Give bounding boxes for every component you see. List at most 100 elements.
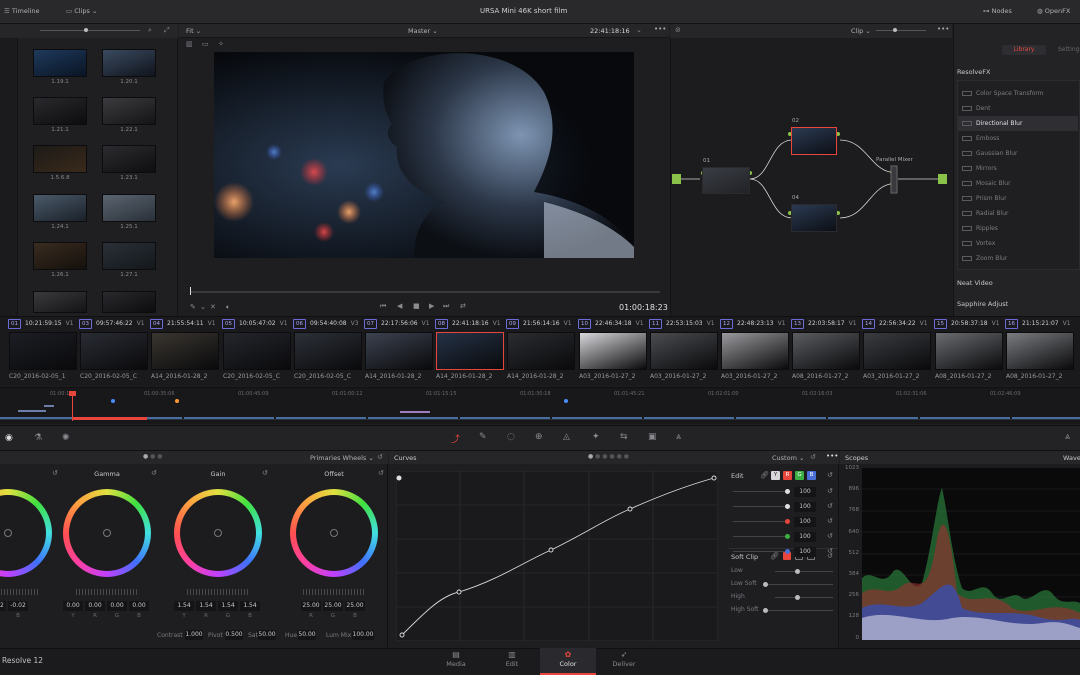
node-01[interactable] — [702, 167, 750, 194]
flag-marker-blue[interactable] — [111, 399, 115, 403]
link-icon[interactable]: 🔗︎ — [760, 471, 769, 479]
openfx-tab-settings[interactable]: Settings — [1058, 46, 1080, 53]
sizing-icon[interactable]: ⇆ — [620, 432, 628, 442]
curve-intensity-handle[interactable] — [785, 504, 790, 509]
wheel-value-field[interactable]: 25.00 — [323, 601, 343, 611]
wheel-value-field[interactable]: 0.00 — [63, 601, 83, 611]
image-wipe-icon[interactable]: ▥ — [186, 40, 193, 48]
soft-clip-handle[interactable] — [795, 595, 800, 600]
more-icon[interactable]: ••• — [654, 25, 666, 33]
page-tab-deliver[interactable]: ➶ Deliver — [596, 650, 652, 668]
camera-raw-icon[interactable]: ◉ — [5, 433, 13, 443]
soft-clip-slider[interactable] — [766, 610, 833, 611]
audio-icon[interactable]: 🔈︎ — [226, 303, 230, 312]
node-04[interactable] — [791, 204, 837, 232]
neat-video-section[interactable]: Neat Video — [957, 279, 993, 287]
adjust-value-field[interactable]: 0.500 — [225, 630, 243, 640]
reset-icon[interactable]: ↺ — [377, 453, 383, 461]
openfx-item[interactable]: Color Space Transform — [958, 86, 1078, 101]
media-thumbnail[interactable] — [102, 145, 156, 173]
master-wheel-slider[interactable] — [303, 589, 365, 595]
curve-channel-button[interactable]: Y — [771, 471, 780, 480]
adjust-value-field[interactable]: 50.00 — [258, 630, 276, 640]
wheel-value-field[interactable]: 1.54 — [240, 601, 260, 611]
qualifier-icon[interactable]: ✎ — [479, 432, 487, 442]
wheel-center-handle[interactable] — [4, 529, 12, 537]
wheel-value-field[interactable]: 1.54 — [174, 601, 194, 611]
openfx-item[interactable]: Dent — [958, 101, 1078, 116]
clip-thumbnail[interactable] — [9, 332, 77, 370]
clip-thumbnail[interactable] — [650, 332, 718, 370]
wheel-value-field[interactable]: 1.54 — [218, 601, 238, 611]
loop-icon[interactable]: ⇄ — [460, 302, 466, 310]
viewer-options-icon[interactable]: ⌄ — [636, 26, 642, 34]
clips-button[interactable]: ▭ Clips ⌄ — [66, 7, 97, 15]
master-wheel-slider[interactable] — [187, 589, 249, 595]
clip-dropdown[interactable]: Clip ⌄ — [851, 27, 871, 35]
clip-thumbnail[interactable] — [80, 332, 148, 370]
viewer-scrubber[interactable] — [190, 291, 660, 293]
bypass-icon[interactable]: ✕ — [210, 303, 216, 311]
media-thumbnail[interactable] — [102, 291, 156, 313]
skip-forward-icon[interactable]: ⏭︎ — [443, 302, 449, 311]
wheel-center-handle[interactable] — [103, 529, 111, 537]
reset-icon[interactable]: ↺ — [151, 469, 157, 477]
openfx-item[interactable]: Vortex — [958, 236, 1078, 251]
clip-thumbnail[interactable] — [721, 332, 789, 370]
timeline-button[interactable]: ☰ Timeline — [4, 7, 40, 15]
expand-icon[interactable]: ⤢ — [164, 26, 170, 35]
openfx-item[interactable]: Mirrors — [958, 161, 1078, 176]
clip-thumbnail[interactable] — [579, 332, 647, 370]
master-wheel-slider[interactable] — [76, 589, 138, 595]
reset-icon[interactable]: ↺ — [827, 471, 833, 479]
pen-tool-icon[interactable]: ✎ — [190, 303, 196, 311]
clip-thumbnail[interactable] — [863, 332, 931, 370]
highlight-icon[interactable]: ✧ — [218, 40, 224, 48]
soft-clip-slider[interactable] — [766, 584, 833, 585]
reset-icon[interactable]: ↺ — [827, 547, 833, 555]
curve-intensity-track[interactable] — [733, 551, 789, 552]
node-disable-icon[interactable]: ⊘ — [675, 26, 681, 34]
master-dropdown[interactable]: Master ⌄ — [408, 27, 438, 35]
curves-mode-dropdown[interactable]: Custom ⌄ — [772, 454, 804, 462]
soft-clip-handle[interactable] — [763, 582, 768, 587]
node-02[interactable] — [791, 127, 837, 155]
more-icon[interactable]: ••• — [826, 452, 838, 460]
adjust-value-field[interactable]: 50.00 — [298, 630, 316, 640]
skip-back-icon[interactable]: ⏮︎ — [380, 302, 386, 311]
reset-icon[interactable]: ↺ — [827, 502, 833, 510]
curve-channel-button[interactable]: R — [783, 471, 792, 480]
wheel-value-field[interactable]: 25.00 — [301, 601, 321, 611]
wheel-center-handle[interactable] — [330, 529, 338, 537]
soft-clip-slider[interactable] — [775, 597, 833, 598]
reset-icon[interactable]: ↺ — [827, 532, 833, 540]
page-tab-media[interactable]: ▤ Media — [428, 650, 484, 668]
curve-channel-button[interactable]: G — [795, 471, 804, 480]
primaries-mode-dropdown[interactable]: Primaries Wheels ⌄ — [310, 454, 374, 462]
openfx-item[interactable]: Prism Blur — [958, 191, 1078, 206]
reset-icon[interactable]: ↺ — [810, 453, 816, 461]
color-wheels-icon[interactable]: ✺ — [62, 433, 70, 443]
clip-thumbnail[interactable] — [436, 332, 504, 370]
split-screen-icon[interactable]: ▭ — [202, 40, 209, 48]
curve-intensity-field[interactable]: 100 — [794, 547, 816, 557]
reset-icon[interactable]: ↺ — [378, 469, 384, 477]
soft-clip-handle[interactable] — [795, 569, 800, 574]
curve-intensity-handle[interactable] — [785, 534, 790, 539]
openfx-item[interactable]: Gaussian Blur — [958, 146, 1078, 161]
clip-thumbnail[interactable] — [935, 332, 1003, 370]
media-thumbnail[interactable] — [33, 49, 87, 77]
fit-dropdown[interactable]: Fit ⌄ — [186, 27, 201, 35]
page-tab-edit[interactable]: ▥ Edit — [484, 650, 540, 668]
reset-icon[interactable]: ↺ — [52, 469, 58, 477]
chevron-down-icon[interactable]: ⌄ — [200, 303, 206, 311]
magic-mask-icon[interactable]: ✦ — [592, 432, 600, 442]
curve-intensity-field[interactable]: 100 — [794, 502, 816, 512]
color-match-icon[interactable]: ⚗ — [34, 433, 42, 443]
wheel-value-field[interactable]: 1.54 — [196, 601, 216, 611]
blur-icon[interactable]: ◬ — [563, 432, 570, 442]
thumb-size-slider-handle[interactable] — [84, 28, 88, 32]
search-icon[interactable]: ⌕ — [148, 26, 152, 35]
viewer-image[interactable] — [214, 52, 634, 258]
openfx-item[interactable]: Mosaic Blur — [958, 176, 1078, 191]
